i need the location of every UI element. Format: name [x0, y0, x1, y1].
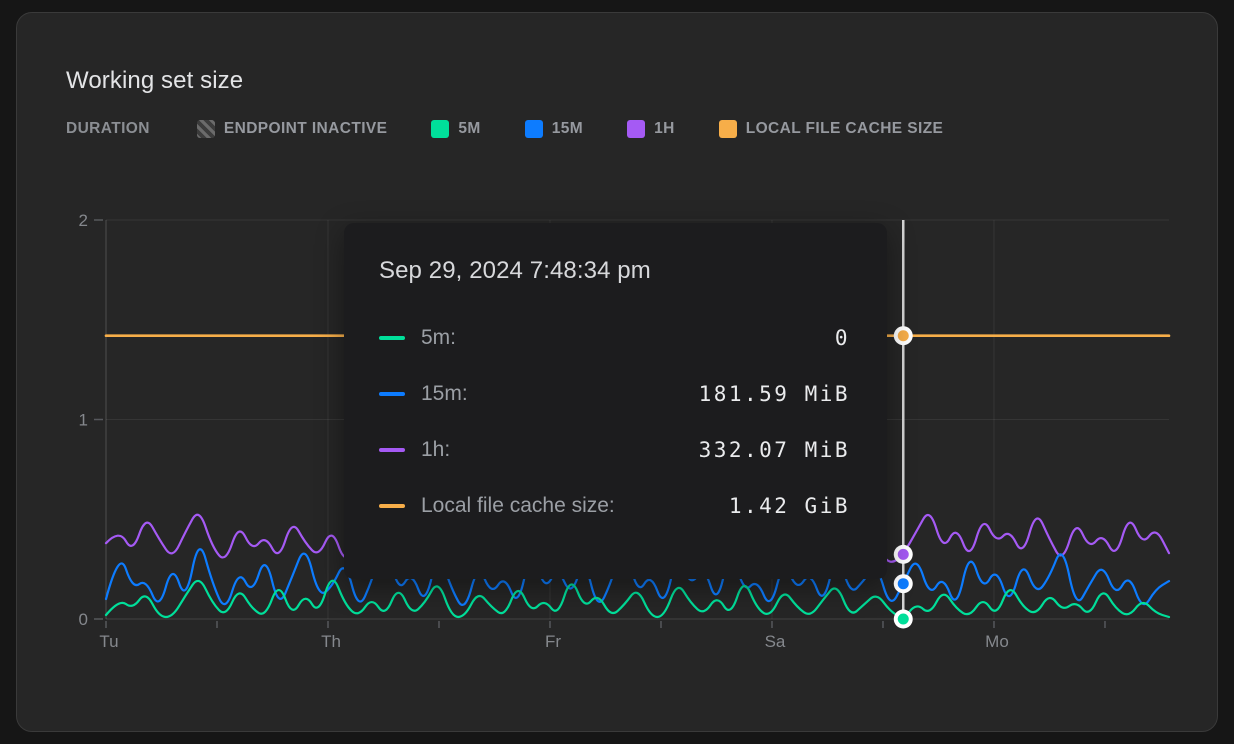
15m-swatch-icon [525, 120, 543, 138]
chart-plot-area[interactable]: 0 1 2 Tu Th Fr Sa Mo Sep 29, 2024 7:48:34 pm 5m… [17, 198, 1219, 698]
legend-item-label: 5M [458, 120, 480, 138]
svg-text:2: 2 [79, 211, 88, 230]
svg-text:Sa: Sa [765, 632, 786, 651]
1h-swatch-icon [627, 120, 645, 138]
5m-line-icon [379, 336, 405, 340]
tooltip-row-1h: 1h: 332.07 MiB [379, 430, 850, 470]
legend-duration-label: DURATION [66, 120, 150, 138]
tooltip-row-label: 15m: [421, 382, 468, 406]
tooltip-row-label: 1h: [421, 438, 450, 462]
legend-item-label: 15M [552, 120, 583, 138]
tooltip-row-value: 1.42 GiB [729, 494, 850, 518]
legend-item-label: 1H [654, 120, 675, 138]
15m-line-icon [379, 392, 405, 396]
tooltip-row-5m: 5m: 0 [379, 318, 850, 358]
tooltip-timestamp: Sep 29, 2024 7:48:34 pm [379, 257, 850, 285]
tooltip-row-15m: 15m: 181.59 MiB [379, 374, 850, 414]
svg-text:Mo: Mo [985, 632, 1009, 651]
legend-item-local-file-cache-size[interactable]: LOCAL FILE CACHE SIZE [719, 120, 944, 138]
tooltip-row-label: 5m: [421, 326, 456, 350]
legend-item-1h[interactable]: 1H [627, 120, 675, 138]
legend-item-endpoint-inactive[interactable]: ENDPOINT INACTIVE [197, 120, 388, 138]
tooltip-row-value: 181.59 MiB [699, 382, 850, 406]
legend-item-15m[interactable]: 15M [525, 120, 583, 138]
endpoint-inactive-hatch-icon [197, 120, 215, 138]
tooltip-row-local-file-cache-size: Local file cache size: 1.42 GiB [379, 486, 850, 526]
tooltip-row-label: Local file cache size: [421, 494, 615, 518]
working-set-size-card: Working set size DURATION ENDPOINT INACT… [16, 12, 1218, 732]
local-file-cache-size-swatch-icon [719, 120, 737, 138]
1h-line-icon [379, 448, 405, 452]
svg-text:Tu: Tu [99, 632, 118, 651]
svg-text:0: 0 [79, 610, 88, 629]
legend-item-label: ENDPOINT INACTIVE [224, 120, 388, 138]
chart-title: Working set size [66, 67, 243, 95]
tooltip-row-value: 332.07 MiB [699, 438, 850, 462]
svg-text:Fr: Fr [545, 632, 561, 651]
legend-item-label: LOCAL FILE CACHE SIZE [746, 120, 944, 138]
chart-legend: DURATION ENDPOINT INACTIVE 5M 15M 1H LOC… [66, 118, 987, 140]
5m-swatch-icon [431, 120, 449, 138]
svg-text:Th: Th [321, 632, 341, 651]
chart-tooltip: Sep 29, 2024 7:48:34 pm 5m: 0 15m: 181.5… [344, 223, 887, 579]
legend-item-5m[interactable]: 5M [431, 120, 480, 138]
svg-text:1: 1 [79, 411, 88, 430]
local-file-cache-size-line-icon [379, 504, 405, 508]
tooltip-row-value: 0 [835, 326, 850, 350]
